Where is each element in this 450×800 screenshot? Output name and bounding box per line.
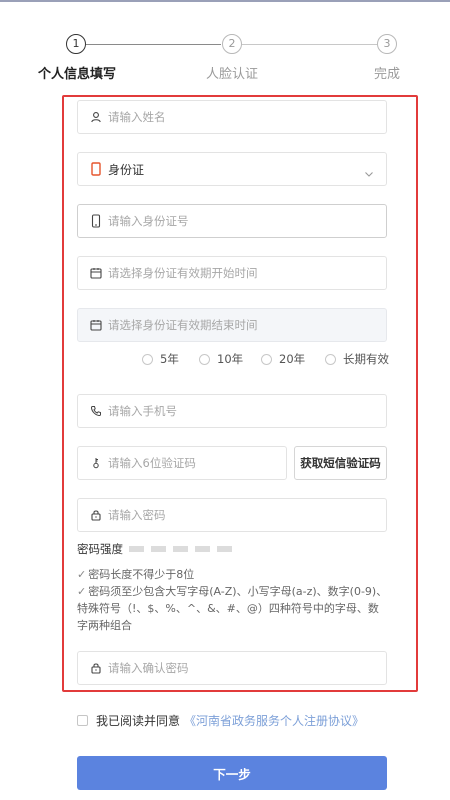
validity-option-10y[interactable]: 10年 bbox=[199, 351, 243, 367]
validity-option-20y[interactable]: 20年 bbox=[261, 351, 305, 367]
step-2-circle: 2 bbox=[222, 34, 242, 54]
calendar-icon bbox=[88, 317, 104, 333]
id-start-date-placeholder: 请选择身份证有效期开始时间 bbox=[108, 266, 258, 280]
user-icon bbox=[88, 109, 104, 125]
next-button[interactable]: 下一步 bbox=[77, 756, 387, 790]
calendar-icon bbox=[88, 265, 104, 281]
strength-bar bbox=[173, 546, 188, 552]
strength-label: 密码强度 bbox=[77, 542, 123, 556]
lock-icon bbox=[88, 660, 104, 676]
step-connector bbox=[86, 44, 221, 45]
radio-circle[interactable] bbox=[261, 353, 272, 365]
agreement-checkbox[interactable] bbox=[77, 715, 88, 726]
check-icon: ✓ bbox=[77, 585, 87, 598]
key-icon bbox=[88, 455, 104, 471]
agreement-link[interactable]: 《河南省政务服务个人注册协议》 bbox=[184, 712, 364, 729]
step-1-label: 个人信息填写 bbox=[38, 67, 117, 82]
confirm-password-input[interactable]: 请输入确认密码 bbox=[77, 651, 387, 685]
agreement-text: 我已阅读并同意 bbox=[96, 714, 181, 728]
id-start-date-input[interactable]: 请选择身份证有效期开始时间 bbox=[77, 256, 387, 290]
id-end-date-placeholder: 请选择身份证有效期结束时间 bbox=[108, 318, 258, 332]
id-card-icon bbox=[88, 161, 104, 177]
sms-code-placeholder: 请输入6位验证码 bbox=[108, 456, 196, 470]
check-icon: ✓ bbox=[77, 568, 87, 581]
step-2-label: 人脸认证 bbox=[206, 67, 259, 82]
validity-option-permanent[interactable]: 长期有效 bbox=[325, 351, 389, 367]
top-divider bbox=[0, 0, 450, 2]
phone-card-icon bbox=[88, 213, 104, 229]
radio-circle[interactable] bbox=[199, 353, 210, 365]
password-strength: 密码强度 bbox=[77, 541, 239, 557]
validity-radio-group: 5年 10年 20年 长期有效 bbox=[140, 351, 400, 367]
name-placeholder: 请输入姓名 bbox=[108, 110, 166, 124]
strength-bar bbox=[217, 546, 232, 552]
password-input[interactable]: 请输入密码 bbox=[77, 498, 387, 532]
validity-option-5y[interactable]: 5年 bbox=[142, 351, 179, 367]
step-connector bbox=[242, 44, 377, 45]
strength-bar bbox=[129, 546, 144, 552]
strength-bar bbox=[195, 546, 210, 552]
get-sms-code-button[interactable]: 获取短信验证码 bbox=[294, 446, 387, 480]
chevron-down-icon bbox=[364, 164, 374, 183]
agreement-row: 我已阅读并同意 《河南省政务服务个人注册协议》 bbox=[77, 712, 364, 729]
step-3-circle: 3 bbox=[377, 34, 397, 54]
id-number-input[interactable]: 请输入身份证号 bbox=[77, 204, 387, 238]
progress-steps: 1 2 3 个人信息填写 人脸认证 完成 bbox=[0, 34, 450, 84]
radio-circle[interactable] bbox=[325, 353, 336, 365]
confirm-password-placeholder: 请输入确认密码 bbox=[108, 661, 189, 675]
lock-icon bbox=[88, 507, 104, 523]
sms-code-input[interactable]: 请输入6位验证码 bbox=[77, 446, 287, 480]
password-placeholder: 请输入密码 bbox=[108, 508, 166, 522]
password-rule: ✓ 密码长度不得少于8位 bbox=[77, 568, 195, 581]
phone-icon bbox=[88, 403, 104, 419]
id-type-select[interactable]: 身份证 bbox=[77, 152, 387, 186]
step-1-circle: 1 bbox=[66, 34, 86, 54]
id-type-value: 身份证 bbox=[108, 162, 145, 177]
strength-bar bbox=[151, 546, 166, 552]
radio-circle[interactable] bbox=[142, 353, 153, 365]
phone-placeholder: 请输入手机号 bbox=[108, 404, 177, 418]
password-rules: ✓ 密码长度不得少于8位 ✓ 密码须至少包含大写字母(A-Z)、小写字母(a-z)、… bbox=[77, 566, 389, 634]
password-rule: ✓ 密码须至少包含大写字母(A-Z)、小写字母(a-z)、数字(0-9)、特殊符号… bbox=[77, 585, 388, 632]
id-number-placeholder: 请输入身份证号 bbox=[108, 214, 189, 228]
name-input[interactable]: 请输入姓名 bbox=[77, 100, 387, 134]
step-3-label: 完成 bbox=[374, 67, 401, 82]
phone-input[interactable]: 请输入手机号 bbox=[77, 394, 387, 428]
id-end-date-input[interactable]: 请选择身份证有效期结束时间 bbox=[77, 308, 387, 342]
